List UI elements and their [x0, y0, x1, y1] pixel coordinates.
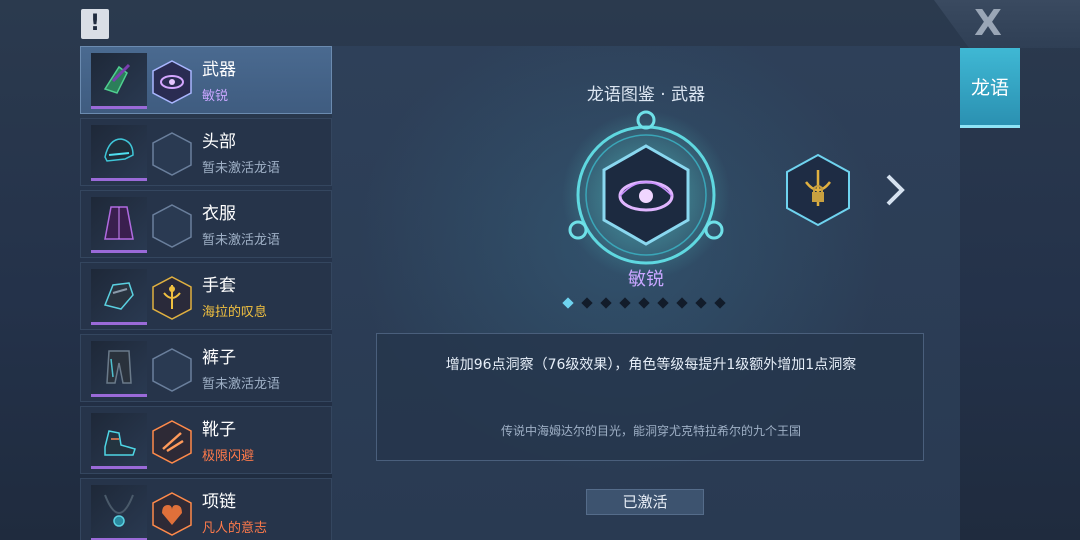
- slot-name: 靴子: [202, 420, 236, 440]
- boots-icon: [104, 430, 136, 456]
- page-dot[interactable]: [600, 297, 612, 309]
- necklace-item-image: [91, 485, 147, 540]
- empty-hex-icon: [152, 348, 192, 392]
- coat-icon: [104, 206, 134, 240]
- page-dot[interactable]: [562, 297, 574, 309]
- slot-name: 头部: [202, 132, 236, 152]
- description-box: 增加96点洞察（76级效果），角色等级每提升1级额外增加1点洞察 传说中海姆达尔…: [376, 333, 924, 461]
- slot-name: 手套: [202, 276, 236, 296]
- activated-button[interactable]: 已激活: [586, 489, 704, 515]
- slot-name: 裤子: [202, 348, 236, 368]
- page-dot[interactable]: [676, 297, 688, 309]
- page-dot[interactable]: [657, 297, 669, 309]
- equipment-slot-gloves[interactable]: 手套 海拉的叹息: [80, 262, 332, 330]
- equipment-slot-boots[interactable]: 靴子 极限闪避: [80, 406, 332, 474]
- page-dot[interactable]: [714, 297, 726, 309]
- detail-title: 龙语图鉴 · 武器: [586, 85, 706, 105]
- tab-dragon-language[interactable]: 龙语: [960, 48, 1020, 128]
- rarity-bar: [91, 466, 147, 469]
- page-dot[interactable]: [581, 297, 593, 309]
- page-indicator[interactable]: [556, 297, 736, 311]
- slot-status: 暂未激活龙语: [202, 233, 281, 248]
- effect-text: 增加96点洞察（76级效果），角色等级每提升1级额外增加1点洞察: [445, 357, 857, 373]
- rarity-bar: [91, 394, 147, 397]
- emblem-name: 敏锐: [628, 269, 664, 290]
- page-dot[interactable]: [619, 297, 631, 309]
- rarity-bar: [91, 250, 147, 253]
- equipment-slot-necklace[interactable]: 项链 凡人的意志: [80, 478, 332, 540]
- empty-hex-icon: [152, 132, 192, 176]
- equipment-slot-pants[interactable]: 裤子 暂未激活龙语: [80, 334, 332, 402]
- equipment-list[interactable]: 武器 敏锐 头部 暂未激活龙语 衣服 暂未激活龙语 手套 海拉的叹息 裤子 暂未…: [80, 46, 332, 540]
- page-dot[interactable]: [638, 297, 650, 309]
- gloves-item-image: [91, 269, 147, 325]
- rarity-bar: [91, 178, 147, 181]
- rarity-bar: [91, 106, 147, 109]
- alert-button[interactable]: !: [81, 9, 109, 39]
- slot-name: 衣服: [202, 204, 236, 224]
- clothes-item-image: [91, 197, 147, 253]
- lore-text: 传说中海姆达尔的目光，能洞穿尤克特拉希尔的九个王国: [500, 424, 801, 438]
- helmet-icon: [104, 138, 134, 162]
- necklace-icon: [104, 494, 134, 527]
- slot-name: 项链: [202, 492, 236, 512]
- slot-status: 敏锐: [202, 89, 229, 104]
- slot-name: 武器: [202, 60, 236, 80]
- pants-icon: [106, 350, 132, 384]
- chevron-right-icon[interactable]: [880, 170, 910, 210]
- equipment-slot-weapon[interactable]: 武器 敏锐: [80, 46, 332, 114]
- slot-status: 海拉的叹息: [202, 305, 268, 320]
- eye-emblem-icon: [152, 60, 192, 104]
- equipment-slot-clothes[interactable]: 衣服 暂未激活龙语: [80, 190, 332, 258]
- flame-crest-icon: [152, 420, 192, 464]
- weapon-icon: [103, 63, 131, 94]
- slot-status: 暂未激活龙语: [202, 377, 281, 392]
- slot-status: 凡人的意志: [202, 521, 268, 536]
- empty-hex-icon: [152, 204, 192, 248]
- locked-crest-icon[interactable]: [784, 152, 852, 228]
- head-item-image: [91, 125, 147, 181]
- slot-status: 极限闪避: [202, 449, 255, 464]
- heart-crest-icon: [152, 492, 192, 536]
- pants-item-image: [91, 341, 147, 397]
- close-button[interactable]: X: [968, 4, 1008, 44]
- slot-status: 暂未激活龙语: [202, 161, 281, 176]
- rarity-bar: [91, 322, 147, 325]
- eye-emblem-large-icon: [562, 110, 730, 278]
- boots-item-image: [91, 413, 147, 469]
- gauntlet-icon: [103, 282, 134, 310]
- golden-crest-icon: [152, 276, 192, 320]
- weapon-item-image: [91, 53, 147, 109]
- page-dot[interactable]: [695, 297, 707, 309]
- equipment-slot-head[interactable]: 头部 暂未激活龙语: [80, 118, 332, 186]
